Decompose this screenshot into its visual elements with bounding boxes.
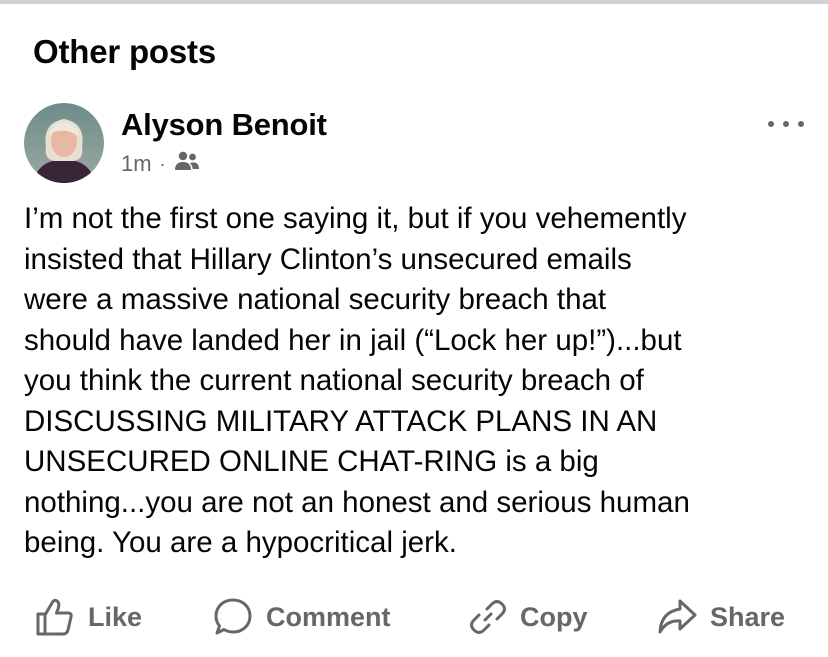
avatar[interactable]	[24, 103, 104, 183]
copy-button[interactable]: Copy	[468, 592, 588, 642]
comment-button[interactable]: Comment	[212, 592, 391, 642]
more-dot-icon	[768, 121, 774, 127]
post-time[interactable]: 1m	[121, 151, 152, 177]
comment-icon	[214, 598, 252, 635]
like-button[interactable]: Like	[34, 592, 142, 642]
meta-separator: ·	[159, 153, 166, 174]
more-dot-icon	[798, 121, 804, 127]
more-dot-icon	[783, 121, 789, 127]
share-label: Share	[710, 601, 786, 632]
section-title: Other posts	[33, 33, 216, 70]
top-divider	[0, 0, 828, 4]
post-actions: Like Comment Copy Share	[0, 592, 828, 642]
comment-label: Comment	[266, 601, 391, 632]
share-button[interactable]: Share	[656, 592, 785, 642]
thumbs-up-icon	[36, 598, 73, 636]
post-text: I’m not the first one saying it, but if …	[24, 202, 690, 559]
friends-icon[interactable]	[174, 150, 200, 178]
link-icon	[470, 600, 506, 634]
share-icon	[658, 599, 697, 634]
copy-label: Copy	[520, 601, 588, 632]
more-options-button[interactable]	[766, 112, 806, 136]
like-label: Like	[88, 601, 143, 632]
author-name[interactable]: Alyson Benoit	[121, 107, 327, 143]
profile-photo	[24, 103, 104, 183]
post-meta: 1m ·	[121, 150, 200, 178]
